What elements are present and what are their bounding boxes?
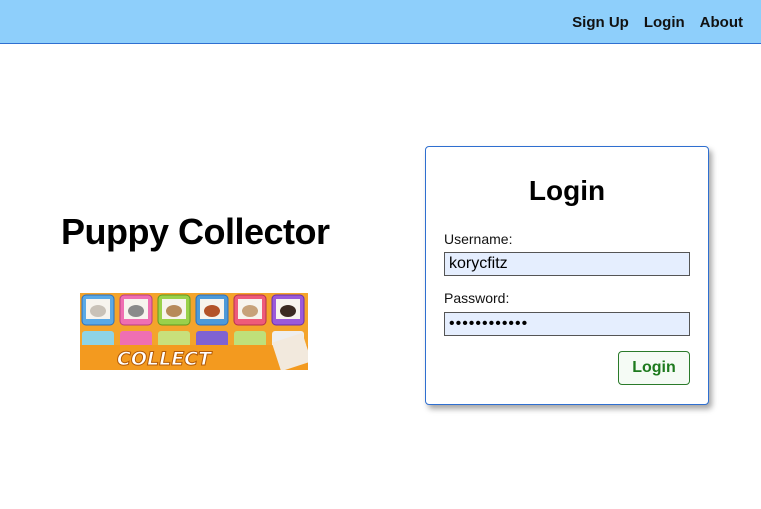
username-label: Username: <box>444 231 513 247</box>
login-card: Login Username: Password: Login <box>425 146 709 405</box>
page-title: Puppy Collector <box>61 211 330 252</box>
login-card-title: Login <box>528 175 606 206</box>
puppy-cards-illustration: COLLECT <box>80 293 308 370</box>
username-input[interactable] <box>444 252 690 276</box>
nav-signup-link[interactable]: Sign Up <box>572 14 629 31</box>
login-submit-button[interactable]: Login <box>618 351 690 385</box>
navbar: Sign Up Login About <box>0 0 761 44</box>
collect-banner-image: COLLECT <box>80 293 308 370</box>
password-label: Password: <box>444 290 510 306</box>
password-input[interactable] <box>444 312 690 336</box>
banner-collect-text: COLLECT <box>117 348 213 370</box>
nav-links: Sign Up Login About <box>572 0 743 44</box>
nav-login-link[interactable]: Login <box>644 14 685 31</box>
nav-about-link[interactable]: About <box>700 14 743 31</box>
